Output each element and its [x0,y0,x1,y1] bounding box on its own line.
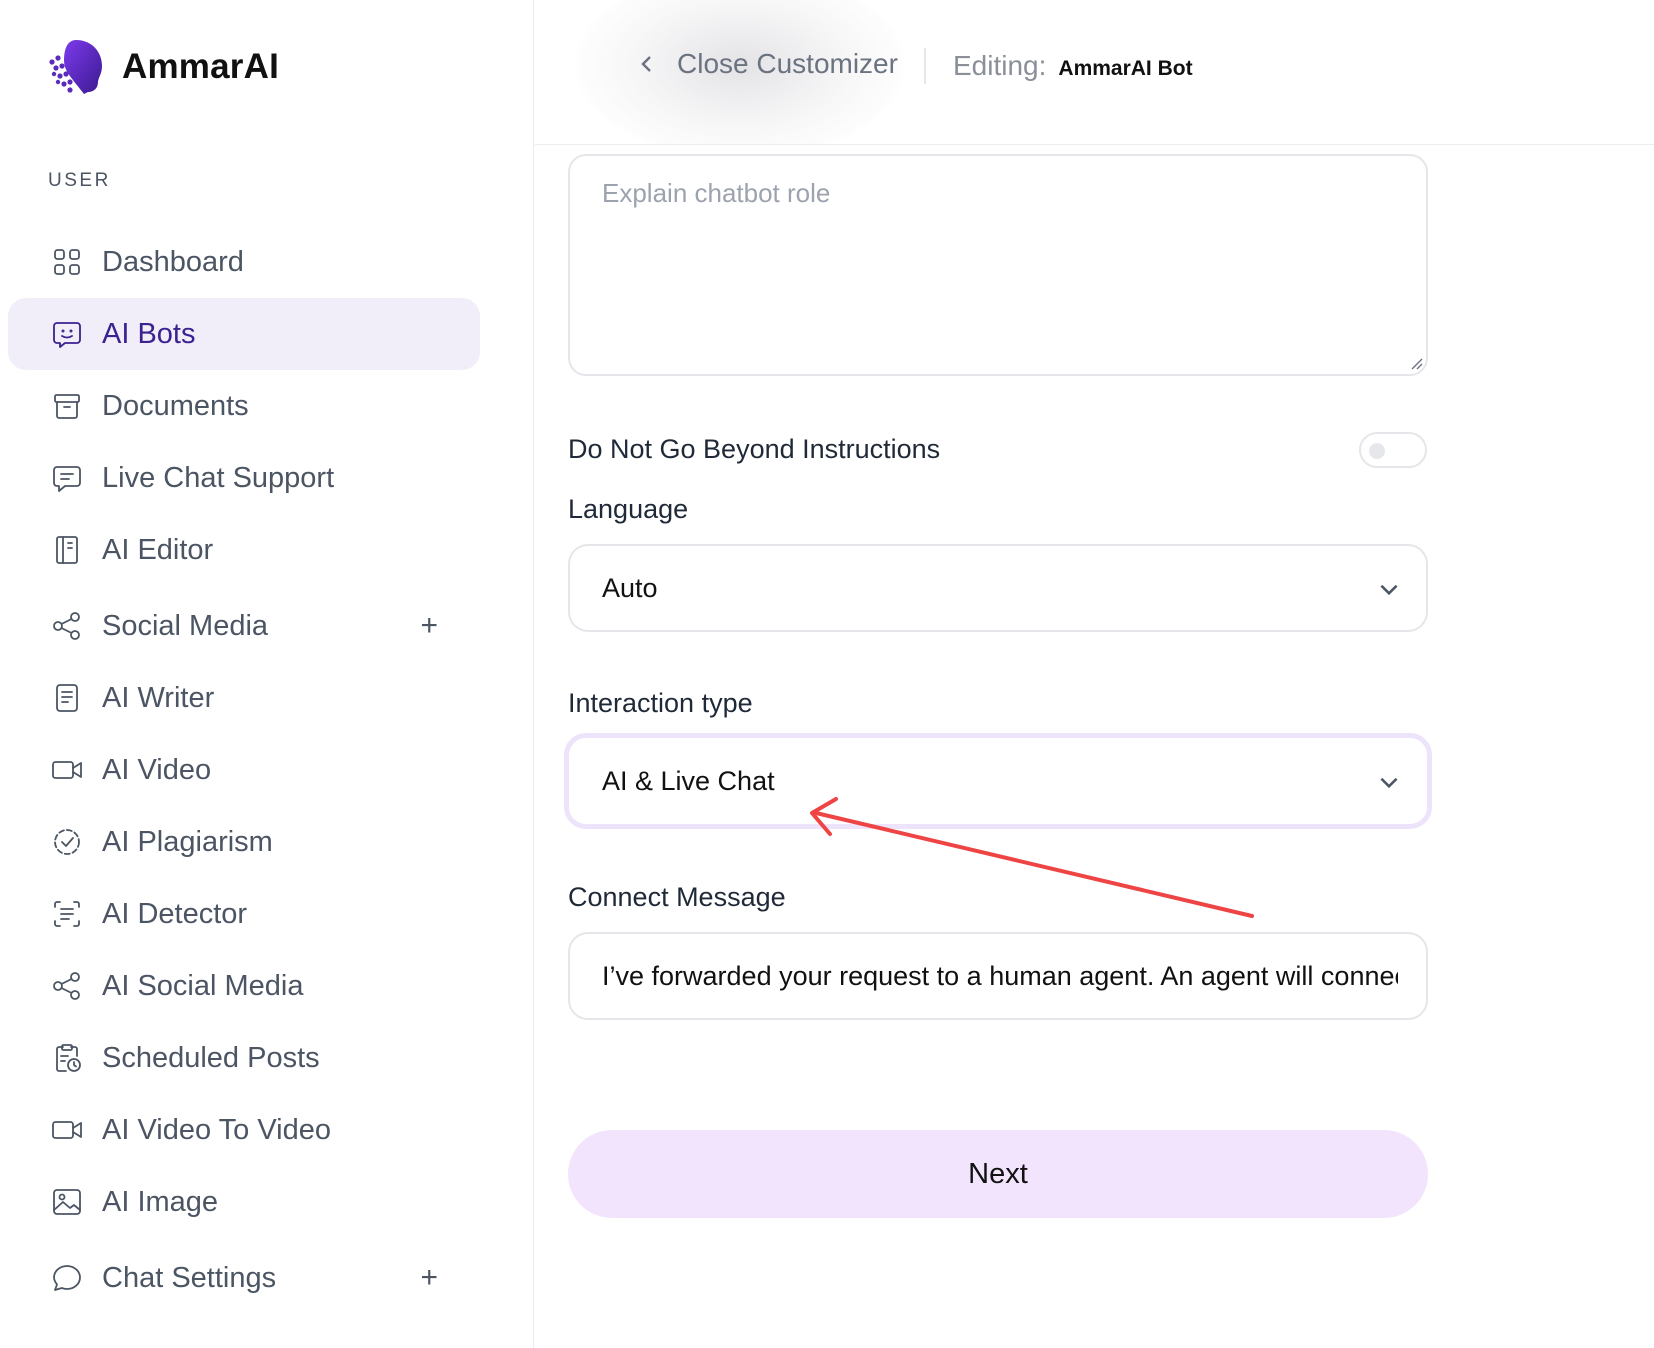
sidebar-nav: Dashboard AI Bots Documents Live Chat Su… [8,226,480,1314]
sidebar-item-label: AI Editor [102,533,214,566]
expand-plus-icon[interactable]: + [420,1261,438,1295]
notebook-icon [50,533,84,567]
sidebar-item-ai-detector[interactable]: AI Detector [8,878,480,950]
grid-icon [50,245,84,279]
head-circuit-logo-icon [49,40,102,94]
chat-bubble-icon [50,1261,84,1295]
message-icon [50,461,84,495]
connect-message-input[interactable]: I’ve forwarded your request to a human a… [568,932,1428,1020]
brand[interactable]: AmmarAI [46,36,279,98]
share-icon [50,609,84,643]
sidebar-item-label: Documents [102,389,249,422]
close-customizer-button[interactable]: Close Customizer [635,48,898,80]
chevron-down-icon [1380,584,1398,596]
chevron-down-icon [1380,777,1398,789]
resize-grip-icon[interactable] [1409,356,1423,370]
sidebar-item-chat-settings[interactable]: Chat Settings + [8,1242,480,1314]
brand-name: AmmarAI [122,47,280,86]
editing-indicator: Editing: AmmarAI Bot [953,50,1193,82]
sidebar-item-ai-social-media[interactable]: AI Social Media [8,950,480,1022]
video-icon [50,1113,84,1147]
sidebar-item-label: AI Social Media [102,969,304,1002]
beyond-instructions-toggle[interactable] [1359,432,1427,468]
chatbot-icon [50,317,84,351]
sidebar-item-label: AI Video To Video [102,1113,331,1146]
sidebar-item-ai-image[interactable]: AI Image [8,1166,480,1238]
sidebar-item-label: AI Plagiarism [102,825,273,858]
sidebar-item-documents[interactable]: Documents [8,370,480,442]
sidebar-item-label: AI Video [102,753,212,786]
sidebar-item-label: Chat Settings [102,1261,277,1294]
chatbot-role-textarea[interactable] [568,154,1428,376]
sidebar-item-ai-video[interactable]: AI Video [8,734,480,806]
share-icon [50,969,84,1003]
interaction-type-select[interactable]: AI & Live Chat [564,733,1432,829]
sidebar-item-label: Dashboard [102,245,244,278]
language-selected-value: Auto [602,573,658,603]
expand-plus-icon[interactable]: + [420,609,438,643]
sidebar-item-label: Scheduled Posts [102,1041,320,1074]
sidebar-item-label: AI Bots [102,317,196,350]
document-icon [50,681,84,715]
next-button[interactable]: Next [568,1130,1428,1218]
sidebar-item-label: AI Detector [102,897,248,930]
language-label: Language [568,494,689,524]
sidebar-item-label: Live Chat Support [102,461,335,494]
editing-bot-name: AmmarAI Bot [1058,57,1193,80]
connect-message-value: I’ve forwarded your request to a human a… [602,961,1398,991]
sidebar-item-scheduled-posts[interactable]: Scheduled Posts [8,1022,480,1094]
section-label-user: USER [48,170,111,191]
archive-icon [50,389,84,423]
image-icon [50,1185,84,1219]
sidebar-item-label: AI Image [102,1185,219,1218]
sidebar-item-social-media[interactable]: Social Media + [8,590,480,662]
sidebar-item-ai-writer[interactable]: AI Writer [8,662,480,734]
sidebar: AmmarAI USER Dashboard AI Bots Documents… [0,0,534,1348]
chevron-left-icon [641,56,651,72]
toggle-label-beyond-instructions: Do Not Go Beyond Instructions [568,434,941,464]
editing-key: Editing: [953,50,1047,81]
top-bar: Close Customizer Editing: AmmarAI Bot [535,0,1654,145]
header-divider [924,48,926,84]
interaction-type-label: Interaction type [568,688,753,718]
language-select[interactable]: Auto [568,544,1428,632]
sidebar-item-ai-video-to-video[interactable]: AI Video To Video [8,1094,480,1166]
sidebar-item-label: Social Media [102,609,269,642]
toggle-knob [1369,443,1385,459]
sidebar-item-ai-editor[interactable]: AI Editor [8,514,480,586]
sidebar-item-live-chat-support[interactable]: Live Chat Support [8,442,480,514]
scan-text-icon [50,897,84,931]
sidebar-item-label: AI Writer [102,681,215,714]
close-customizer-label: Close Customizer [677,48,898,79]
clipboard-clock-icon [50,1041,84,1075]
video-icon [50,753,84,787]
sidebar-item-ai-bots[interactable]: AI Bots [8,298,480,370]
sidebar-item-dashboard[interactable]: Dashboard [8,226,480,298]
sidebar-item-ai-plagiarism[interactable]: AI Plagiarism [8,806,480,878]
connect-message-label: Connect Message [568,882,786,912]
dashed-check-icon [50,825,84,859]
interaction-type-selected-value: AI & Live Chat [602,766,775,796]
